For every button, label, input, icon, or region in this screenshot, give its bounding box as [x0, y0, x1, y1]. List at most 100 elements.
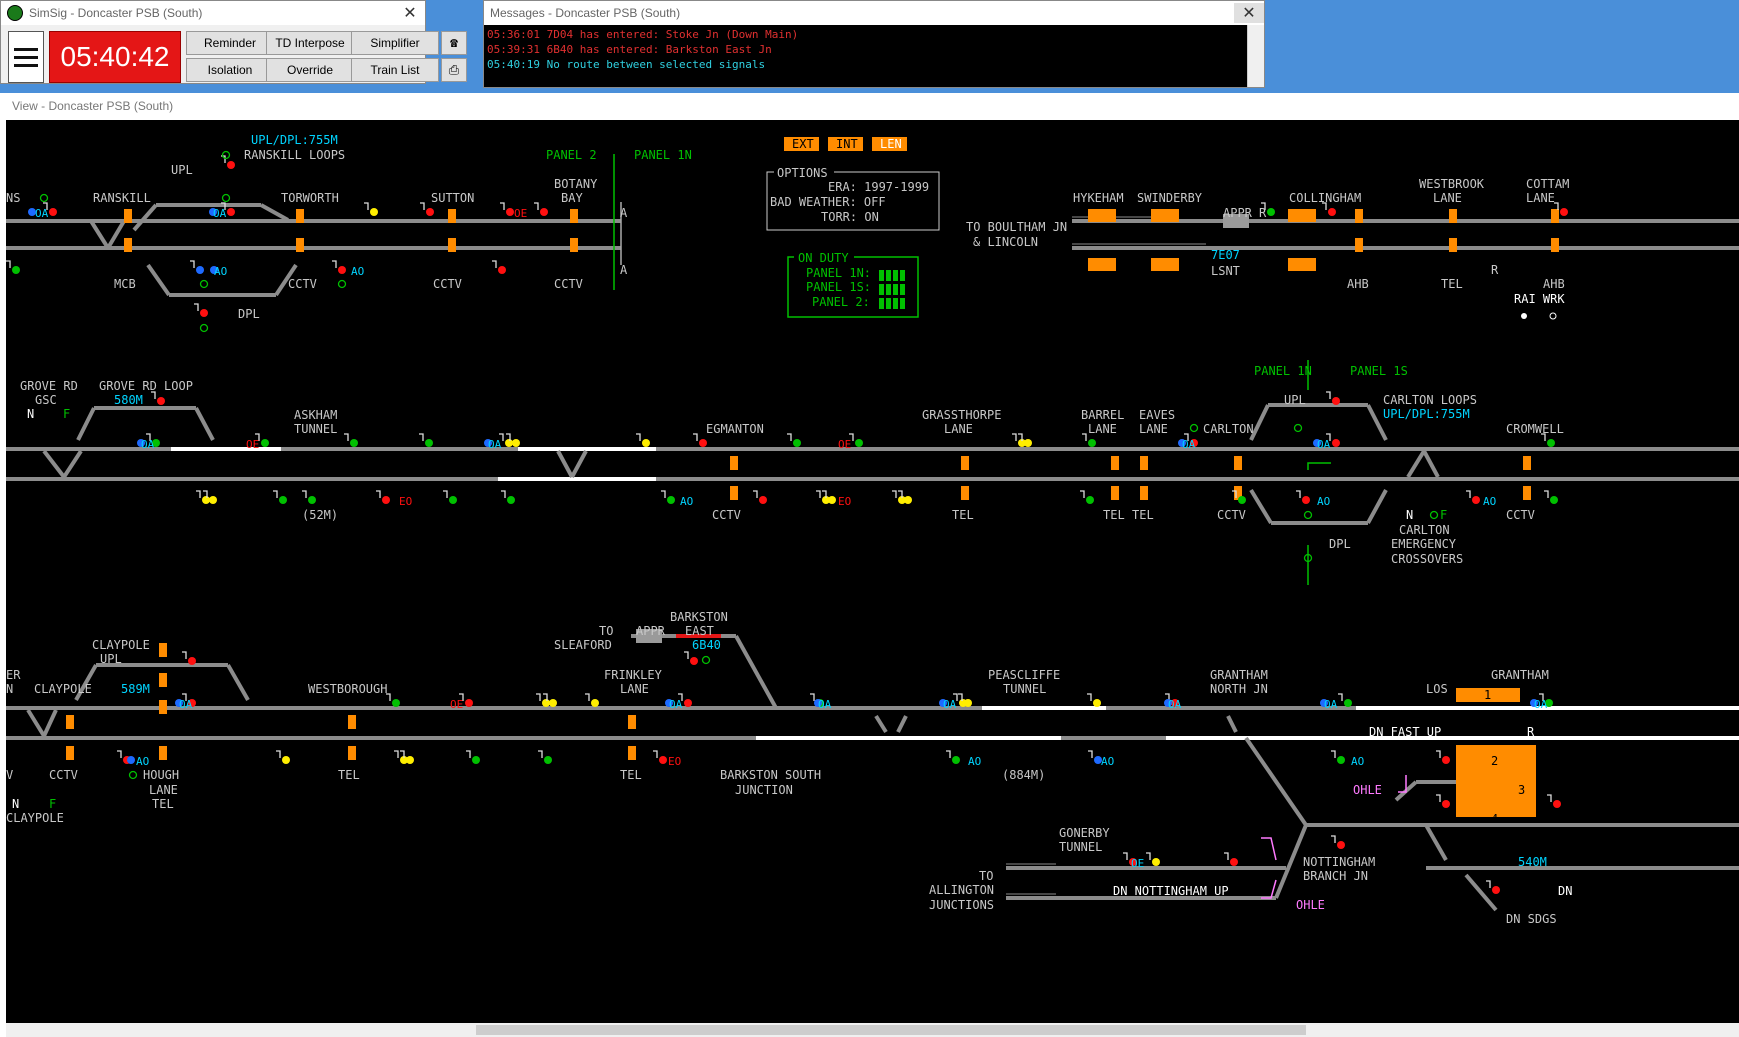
- track-circuit-marker[interactable]: [124, 209, 132, 223]
- track-section[interactable]: [194, 407, 215, 441]
- track-section[interactable]: [874, 714, 888, 734]
- track-circuit-marker[interactable]: [570, 238, 578, 252]
- track-circuit-marker[interactable]: [730, 456, 738, 470]
- rai-wrk-indicator[interactable]: [1549, 312, 1557, 320]
- track-circuit-marker[interactable]: [628, 746, 636, 760]
- track-section[interactable]: [260, 203, 289, 222]
- signal-red[interactable]: [426, 208, 434, 216]
- track-circuit-marker[interactable]: [1234, 456, 1242, 470]
- signal-red[interactable]: [465, 699, 473, 707]
- track-circuit-marker[interactable]: [628, 715, 636, 729]
- signal-yellow[interactable]: [542, 699, 550, 707]
- route-indicator[interactable]: [337, 279, 347, 289]
- route-indicator[interactable]: [39, 193, 49, 203]
- track-section[interactable]: [1274, 824, 1308, 899]
- track-circuit-marker[interactable]: [66, 746, 74, 760]
- signal-red[interactable]: [188, 657, 196, 665]
- panel-diagram[interactable]: NS RANSKILLMCBUPL/DPL:755MRANSKILL LOOPSU…: [6, 120, 1739, 1023]
- track-section[interactable]: [1244, 736, 1308, 827]
- track-circuit-marker[interactable]: [1355, 238, 1363, 252]
- signal-yellow[interactable]: [1093, 699, 1101, 707]
- signal-red[interactable]: [684, 699, 692, 707]
- signal-red[interactable]: [540, 208, 548, 216]
- main-menu-button[interactable]: [8, 31, 44, 83]
- track-section[interactable]: [146, 263, 171, 297]
- route-indicator[interactable]: [199, 279, 209, 289]
- route-indicator[interactable]: [1303, 510, 1313, 520]
- track-circuit-marker[interactable]: [730, 486, 738, 500]
- track-circuit-marker[interactable]: [1151, 209, 1179, 222]
- main-window-titlebar[interactable]: SimSig - Doncaster PSB (South) ✕: [1, 1, 425, 25]
- track-section[interactable]: [42, 449, 66, 479]
- signal-green[interactable]: [12, 266, 20, 274]
- signal-green[interactable]: [855, 439, 863, 447]
- track-section[interactable]: [570, 450, 588, 478]
- track-circuit-marker[interactable]: [961, 486, 969, 500]
- track-circuit-marker[interactable]: [1288, 258, 1316, 271]
- phone-icon[interactable]: ☎: [441, 31, 467, 55]
- track-section[interactable]: [1406, 449, 1426, 479]
- signal-red[interactable]: [1337, 841, 1345, 849]
- signal-green[interactable]: [1337, 756, 1345, 764]
- track-section[interactable]: [734, 635, 778, 709]
- track-section[interactable]: [1366, 489, 1388, 524]
- signal-green[interactable]: [1267, 208, 1275, 216]
- signal-red[interactable]: [1472, 496, 1480, 504]
- track-section[interactable]: [1249, 488, 1273, 525]
- signal-red[interactable]: [506, 208, 514, 216]
- track-section[interactable]: [1422, 450, 1440, 478]
- signal-red[interactable]: [1332, 439, 1340, 447]
- signal-red[interactable]: [338, 266, 346, 274]
- train-list-button[interactable]: Train List: [351, 58, 439, 82]
- horizontal-scrollbar[interactable]: [6, 1023, 1739, 1037]
- override-button[interactable]: Override: [266, 58, 354, 82]
- signal-green[interactable]: [952, 756, 960, 764]
- signal-red[interactable]: [759, 496, 767, 504]
- isolation-button[interactable]: Isolation: [186, 58, 274, 82]
- track-circuit-marker[interactable]: [1111, 486, 1119, 500]
- signal-yellow[interactable]: [964, 699, 972, 707]
- track-circuit-marker[interactable]: [66, 715, 74, 729]
- track-circuit-marker[interactable]: [159, 643, 167, 657]
- route-indicator[interactable]: [1429, 510, 1439, 520]
- track-section[interactable]: [556, 450, 574, 478]
- track-circuit-marker[interactable]: [1088, 209, 1116, 222]
- track-section[interactable]: [226, 664, 250, 701]
- track-circuit-marker[interactable]: [1088, 258, 1116, 271]
- signal-aspect[interactable]: [196, 266, 204, 274]
- track-circuit-marker[interactable]: [1140, 456, 1148, 470]
- track-circuit-marker[interactable]: [124, 238, 132, 252]
- signal-yellow[interactable]: [209, 496, 217, 504]
- track-circuit-marker[interactable]: [1288, 209, 1316, 222]
- scrollbar-thumb[interactable]: [476, 1025, 1306, 1035]
- signal-red[interactable]: [690, 657, 698, 665]
- route-indicator[interactable]: [128, 770, 138, 780]
- signal-red[interactable]: [1442, 800, 1450, 808]
- route-indicator[interactable]: [199, 323, 209, 333]
- signal-green[interactable]: [261, 439, 269, 447]
- signal-green[interactable]: [449, 496, 457, 504]
- signal-yellow[interactable]: [202, 496, 210, 504]
- track-circuit-marker[interactable]: [348, 746, 356, 760]
- signal-green[interactable]: [1088, 439, 1096, 447]
- signal-green[interactable]: [507, 496, 515, 504]
- signal-green[interactable]: [667, 496, 675, 504]
- track-section[interactable]: [42, 709, 58, 737]
- track-section[interactable]: [1226, 715, 1238, 733]
- signal-green[interactable]: [1086, 496, 1094, 504]
- signal-green[interactable]: [425, 439, 433, 447]
- signal-red[interactable]: [1230, 858, 1238, 866]
- track-section[interactable]: [896, 715, 908, 733]
- signal-yellow[interactable]: [505, 439, 513, 447]
- signal-yellow[interactable]: [370, 208, 378, 216]
- signal-red[interactable]: [227, 161, 235, 169]
- signal-yellow[interactable]: [549, 699, 557, 707]
- track-circuit-marker[interactable]: [1140, 486, 1148, 500]
- signal-yellow[interactable]: [512, 439, 520, 447]
- track-section[interactable]: [1424, 824, 1448, 861]
- signal-green[interactable]: [1547, 439, 1555, 447]
- td-interpose-button[interactable]: TD Interpose: [266, 31, 354, 55]
- signal-yellow[interactable]: [591, 699, 599, 707]
- track-section[interactable]: [62, 449, 83, 479]
- track-circuit-marker[interactable]: [348, 715, 356, 729]
